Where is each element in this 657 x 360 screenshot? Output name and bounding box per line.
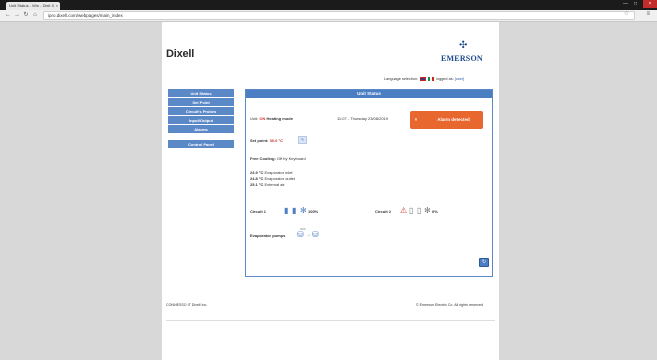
temp-value: 24.8 °C [250, 176, 264, 181]
footer-divider [166, 320, 495, 321]
maximize-button[interactable]: □ [631, 0, 640, 8]
unit-value: ON [259, 116, 266, 121]
unit-status-panel: Unit Status Unit: ON Heating mode 11:07 … [245, 89, 493, 277]
logged-label: logged as: [436, 77, 454, 81]
refresh-button[interactable]: ↻ [479, 258, 489, 267]
edit-setpoint-icon[interactable]: ✎ [298, 136, 307, 144]
pump1-icon: ⛁ [297, 230, 304, 239]
compressor3-icon: ▯ [409, 206, 414, 215]
sidebar-item-alarms[interactable]: Alarms [168, 125, 234, 134]
language-selection: Language selection: logged as: [user] [384, 77, 464, 81]
compressor1-icon: ▮ [284, 206, 289, 215]
alarm-label: Alarm detected [437, 117, 470, 122]
address-bar[interactable]: ipro.dixell.com/webpages/main_index [43, 11, 635, 20]
temp-value: 25.1 °C [250, 182, 264, 187]
warning-icon: ⚠ [400, 206, 408, 215]
emerson-logo: EMERSON [441, 54, 483, 63]
unit-state: Unit: ON Heating mode [250, 116, 293, 121]
browser-toolbar: ← → ↻ ⌂ ipro.dixell.com/webpages/main_in… [0, 10, 657, 22]
temp-row: 24.8 °C Evaporator outlet [250, 176, 295, 181]
setpoint-value: 30.0 °C [269, 138, 283, 143]
browser-titlebar: Unit Status - Win - Dixit X × — □ × [0, 0, 657, 10]
footer-left: CONNESSO IT Dixell Inc. [166, 303, 208, 307]
setpoint: Set point: 30.0 °C [250, 138, 283, 143]
temp-row: 25.1 °C External air [250, 182, 285, 187]
circuit2-pct: 0% [432, 209, 438, 214]
panel-title: Unit Status [246, 90, 492, 98]
sidebar-item-input-output[interactable]: Input/Output [168, 116, 234, 125]
mode-text: Heating mode [266, 116, 293, 121]
sidebar-item-control-panel[interactable]: Control Panel [168, 140, 234, 149]
temp-label: External air [264, 182, 285, 187]
tab-title: Unit Status - Win - Dixit X [9, 3, 55, 8]
language-label: Language selection: [384, 77, 418, 81]
tab-close-icon[interactable]: × [56, 2, 58, 10]
compressor4-icon: ▯ [417, 206, 422, 215]
menu-icon[interactable]: ≡ [646, 11, 650, 17]
emerson-logo-icon: ✣ [459, 40, 468, 51]
footer-right: © Emerson Electric Co. All rights reserv… [416, 303, 483, 307]
compressor2-icon: ▮ [292, 206, 297, 215]
home-icon[interactable]: ⌂ [31, 11, 39, 20]
page-container: Dixell ✣ EMERSON Language selection: log… [162, 22, 499, 360]
reload-icon[interactable]: ↻ [22, 11, 30, 20]
close-window-button[interactable]: × [643, 0, 657, 8]
temp-value: 24.9 °C [250, 170, 264, 175]
flag-uk-icon[interactable] [420, 77, 427, 81]
unit-label: Unit: [250, 116, 259, 121]
minimize-button[interactable]: — [621, 0, 630, 8]
fan-icon: ✻ [300, 206, 307, 215]
forward-icon[interactable]: → [13, 11, 21, 20]
bookmark-star-icon[interactable]: ☆ [624, 10, 629, 19]
free-cooling: Free Cooling: Off by Keyboard [250, 156, 306, 161]
alarm-detected-button[interactable]: × Alarm detected [410, 111, 483, 129]
sidebar-item-set-point[interactable]: Set Point [168, 98, 234, 107]
circuit2-label: Circuit 2 [375, 209, 392, 214]
fan2-icon: ✻ [424, 206, 431, 215]
sidebar-item-unit-status[interactable]: Unit Status [168, 89, 234, 98]
temp-label: Evaporator outlet [264, 176, 295, 181]
datetime: 11:07 - Thursday 23/08/2019 [337, 116, 388, 121]
sidebar-item-circuits-probes[interactable]: Circuit's Probes [168, 107, 234, 116]
circuit1-pct: 100% [308, 209, 319, 214]
pumps-label: Evaporator pumps [250, 233, 286, 238]
circuit1-label: Circuit 1 [250, 209, 267, 214]
free-cooling-label: Free Cooling: [250, 156, 276, 161]
back-icon[interactable]: ← [4, 11, 12, 20]
arrow-icon: → [306, 232, 311, 238]
dixell-logo: Dixell [166, 48, 195, 60]
user-link[interactable]: [user] [455, 77, 465, 81]
alarm-icon: × [414, 117, 418, 122]
sidebar: Unit Status Set Point Circuit's Probes I… [168, 89, 234, 149]
temp-label: Evaporator inlet [264, 170, 293, 175]
flag-it-icon[interactable] [428, 77, 435, 81]
pump2-icon: ⛁ [312, 230, 319, 239]
temp-row: 24.9 °C Evaporator inlet [250, 170, 293, 175]
free-cooling-value: Off by Keyboard [276, 156, 306, 161]
setpoint-label: Set point: [250, 138, 269, 143]
browser-tab[interactable]: Unit Status - Win - Dixit X × [6, 2, 60, 10]
